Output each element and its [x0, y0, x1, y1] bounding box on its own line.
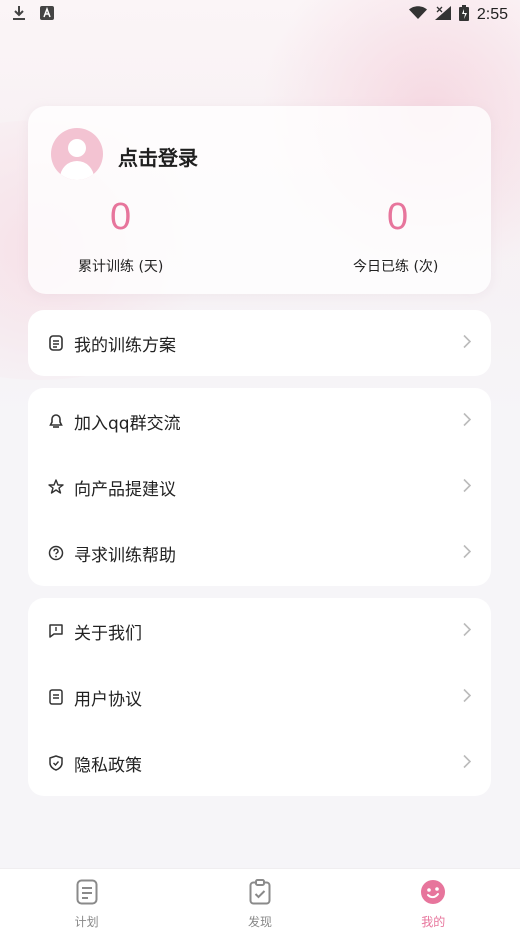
menu-group-community: 加入qq群交流 向产品提建议 寻求训练帮助 — [28, 388, 491, 586]
chevron-right-icon — [463, 754, 472, 773]
menu-item-label: 用户协议 — [74, 689, 142, 710]
menu-item-label: 寻求训练帮助 — [74, 545, 176, 566]
chevron-right-icon — [463, 478, 472, 497]
suggest-icon — [48, 479, 64, 495]
chevron-right-icon — [463, 412, 472, 431]
menu-item-product-suggestion[interactable]: 向产品提建议 — [28, 454, 491, 520]
chevron-right-icon — [463, 622, 472, 641]
menu-item-training-help[interactable]: 寻求训练帮助 — [28, 520, 491, 586]
menu-item-label: 隐私政策 — [74, 755, 142, 776]
menu-item-label: 我的训练方案 — [74, 335, 176, 356]
menu-item-label: 向产品提建议 — [74, 479, 176, 500]
notification-a-icon — [40, 6, 54, 24]
menu-item-about-us[interactable]: 关于我们 — [28, 598, 491, 664]
smile-icon — [420, 879, 446, 909]
status-right: 2:55 — [408, 5, 508, 25]
signal-icon — [434, 6, 451, 24]
today-practice-count-value: 0 — [387, 196, 409, 238]
status-time: 2:55 — [476, 6, 508, 23]
menu-group-about: 关于我们 用户协议 隐私政策 — [28, 598, 491, 796]
menu-item-user-agreement[interactable]: 用户协议 — [28, 664, 491, 730]
chevron-right-icon — [463, 334, 472, 353]
tab-label: 计划 — [74, 915, 99, 929]
menu-item-join-qq-group[interactable]: 加入qq群交流 — [28, 388, 491, 454]
wifi-icon — [408, 6, 427, 24]
document-icon — [48, 689, 64, 705]
menu-item-label: 加入qq群交流 — [74, 413, 181, 434]
tab-mine[interactable]: 我的 — [373, 869, 493, 936]
shield-icon — [48, 755, 64, 771]
list-icon — [48, 335, 64, 351]
profile-card: 点击登录 0 累计训练 (天) 0 今日已练 (次) — [28, 106, 491, 294]
avatar[interactable] — [51, 128, 103, 180]
tab-label: 发现 — [247, 915, 272, 929]
chevron-right-icon — [463, 688, 472, 707]
menu-item-my-training-plan[interactable]: 我的训练方案 — [28, 310, 491, 376]
bottom-nav: 计划 发现 我的 — [0, 868, 520, 936]
total-training-days-value: 0 — [110, 196, 132, 238]
menu-item-label: 关于我们 — [74, 623, 142, 644]
plan-icon — [76, 879, 98, 909]
status-bar: 2:55 — [0, 0, 520, 30]
chevron-right-icon — [463, 544, 472, 563]
login-link[interactable]: 点击登录 — [118, 142, 198, 171]
status-left — [12, 5, 54, 25]
download-icon — [12, 5, 26, 25]
help-icon — [48, 545, 64, 561]
menu-group-training: 我的训练方案 — [28, 310, 491, 376]
tab-plan[interactable]: 计划 — [27, 869, 147, 936]
tab-label: 我的 — [421, 915, 446, 929]
battery-icon — [458, 5, 469, 25]
clipboard-icon — [249, 879, 271, 909]
qq-icon — [48, 413, 64, 429]
total-training-days-label: 累计训练 (天) — [78, 259, 164, 275]
chat-icon — [48, 623, 64, 639]
today-practice-count-label: 今日已练 (次) — [353, 259, 439, 275]
menu-item-privacy-policy[interactable]: 隐私政策 — [28, 730, 491, 796]
tab-discover[interactable]: 发现 — [200, 869, 320, 936]
